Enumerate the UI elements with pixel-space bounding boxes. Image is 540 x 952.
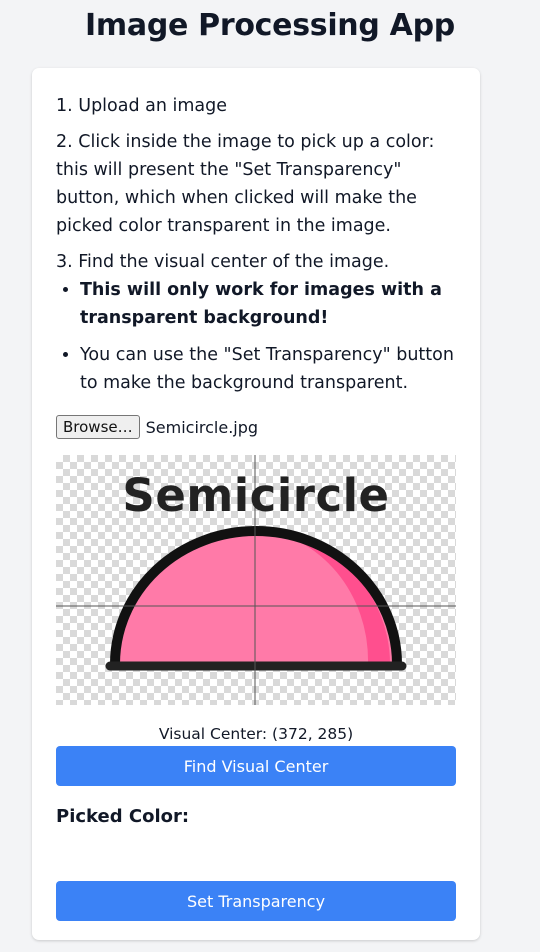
visual-center-readout: Visual Center: (372, 285)	[158, 725, 354, 743]
transparent-background-note: This will only work for images with a tr…	[80, 276, 456, 332]
selected-file-name: Semicircle.jpg	[145, 417, 259, 437]
file-upload: Browse… Semicircle.jpg	[56, 415, 456, 439]
set-transparency-tip: You can use the "Set Transparency" butto…	[80, 341, 456, 397]
image-preview[interactable]: Semicircle	[56, 455, 456, 705]
browse-button[interactable]: Browse…	[56, 415, 140, 439]
step-3-notes: This will only work for images with a tr…	[56, 276, 456, 397]
step-1-text: 1. Upload an image	[56, 96, 228, 116]
page-title: Image Processing App	[85, 8, 455, 43]
set-transparency-button[interactable]: Set Transparency	[56, 881, 456, 921]
step-3-text: 3. Find the visual center of the image.	[56, 252, 390, 272]
picked-color-label: Picked Color:	[56, 806, 190, 827]
find-visual-center-button[interactable]: Find Visual Center	[56, 746, 456, 786]
image-text: Semicircle	[122, 469, 390, 522]
step-2-text: 2. Click inside the image to pick up a c…	[56, 132, 435, 236]
main-card: 1. Upload an image 2. Click inside the i…	[32, 68, 480, 940]
